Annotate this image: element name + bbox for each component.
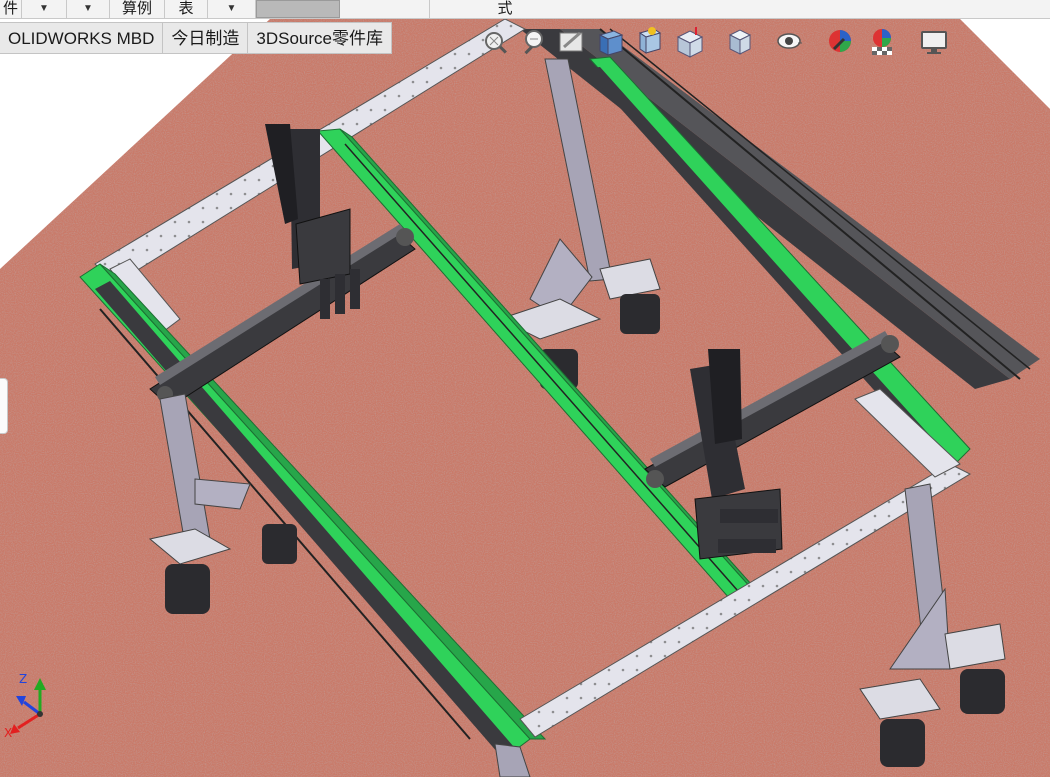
command-manager-tabs: OLIDWORKS MBD 今日制造 3DSource零件库 bbox=[0, 22, 393, 54]
hide-show-items-icon[interactable] bbox=[774, 23, 806, 61]
zoom-to-area-icon[interactable] bbox=[518, 23, 550, 61]
triad-z-label: Z bbox=[19, 672, 28, 686]
dropdown-arrow-icon[interactable]: ▼ bbox=[22, 0, 67, 18]
active-command-button[interactable] bbox=[256, 0, 340, 18]
view-orientation-icon[interactable] bbox=[674, 23, 706, 61]
command-item-blank[interactable] bbox=[340, 0, 430, 18]
dropdown-arrow-icon[interactable]: ▼ bbox=[208, 0, 256, 18]
edit-appearance-icon[interactable] bbox=[824, 23, 856, 61]
view-settings-icon[interactable] bbox=[918, 23, 950, 61]
triad-x-label: X bbox=[4, 726, 13, 740]
study-command[interactable]: 算例 bbox=[110, 0, 165, 18]
reference-triad: Z X bbox=[4, 670, 64, 750]
dynamic-annotation-views-icon[interactable] bbox=[634, 23, 666, 61]
dropdown-arrow-icon[interactable]: ▼ bbox=[67, 0, 110, 18]
section-view-icon[interactable] bbox=[596, 23, 628, 61]
command-item-partial[interactable]: 件 bbox=[0, 0, 22, 18]
tab-today-manufacturing[interactable]: 今日制造 bbox=[163, 22, 249, 54]
flyout-tree-handle[interactable] bbox=[0, 378, 8, 434]
tab-3dsource-parts[interactable]: 3DSource零件库 bbox=[248, 22, 393, 54]
model-viewport[interactable] bbox=[0, 19, 1050, 777]
display-style-icon[interactable] bbox=[724, 23, 756, 61]
table-command[interactable]: 表 bbox=[165, 0, 208, 18]
apply-scene-icon[interactable] bbox=[866, 23, 898, 61]
formula-command[interactable]: 式 bbox=[430, 0, 580, 18]
graphics-area[interactable]: OLIDWORKS MBD 今日制造 3DSource零件库 Z X bbox=[0, 19, 1050, 777]
zoom-to-fit-icon[interactable] bbox=[480, 23, 512, 61]
command-strip: 件 ▼ ▼ 算例 表 ▼ 式 bbox=[0, 0, 1050, 19]
previous-view-icon[interactable] bbox=[556, 23, 588, 61]
heads-up-view-toolbar bbox=[480, 23, 960, 61]
tab-mbd[interactable]: OLIDWORKS MBD bbox=[0, 22, 164, 54]
